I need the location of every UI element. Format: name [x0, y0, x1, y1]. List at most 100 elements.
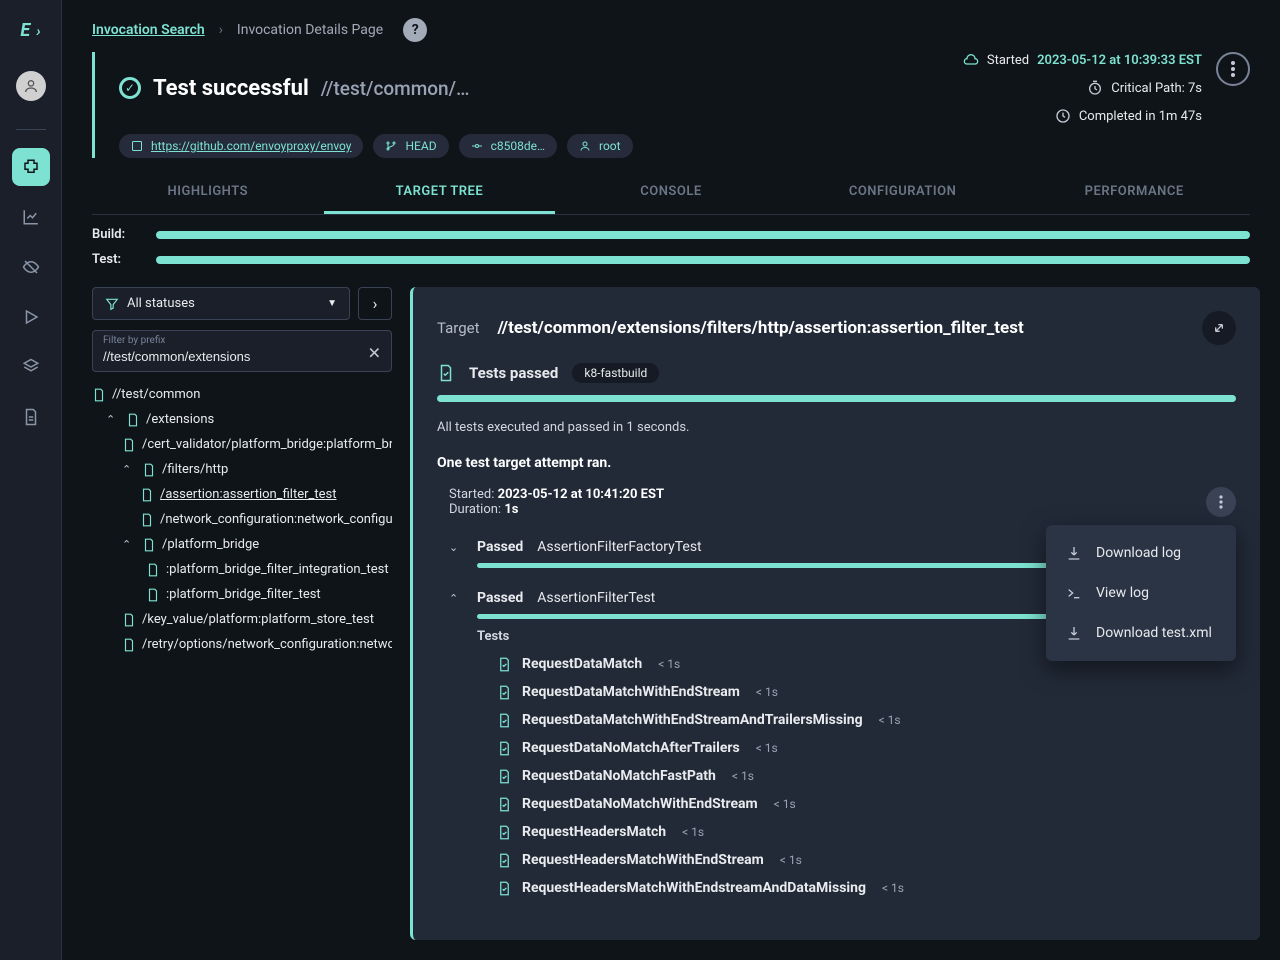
doc-icon — [22, 408, 40, 426]
attempt-count: One test target attempt ran. — [437, 455, 1236, 471]
attempt-more-button[interactable]: Download log View log Download test.xml — [1206, 487, 1236, 517]
test-row[interactable]: RequestDataNoMatchAfterTrailers< 1s — [473, 734, 1236, 762]
test-name: RequestDataMatchWithEndStream — [522, 684, 740, 700]
test-row[interactable]: RequestDataMatchWithEndStream< 1s — [473, 678, 1236, 706]
file-check-icon — [497, 685, 512, 700]
dots-vertical-icon — [1219, 495, 1223, 509]
tab-highlights[interactable]: HIGHLIGHTS — [92, 172, 324, 214]
build-label: Build: — [92, 227, 140, 242]
completed-time: Completed in 1m 47s — [1079, 109, 1202, 124]
started-label: Started — [987, 53, 1029, 68]
test-duration: < 1s — [732, 769, 754, 783]
breadcrumb-link[interactable]: Invocation Search — [92, 22, 205, 38]
chevron-right-icon: › — [219, 22, 223, 38]
expand-icon — [1211, 320, 1227, 336]
nav-plugins[interactable] — [12, 148, 50, 186]
menu-download-log[interactable]: Download log — [1046, 533, 1236, 573]
file-icon — [122, 638, 136, 652]
tree-node[interactable]: //test/common — [92, 382, 392, 407]
file-icon — [126, 413, 140, 427]
user-chip[interactable]: root — [567, 134, 633, 158]
test-row[interactable]: RequestDataMatchWithEndStreamAndTrailers… — [473, 706, 1236, 734]
test-row[interactable]: RequestDataNoMatchWithEndStream< 1s — [473, 790, 1236, 818]
title-path: //test/common/… — [321, 77, 470, 100]
tab-console[interactable]: CONSOLE — [555, 172, 787, 214]
expand-button[interactable] — [1202, 311, 1236, 345]
tree-node[interactable]: ⌃ /filters/http — [92, 457, 392, 482]
critical-path: Critical Path: 7s — [1111, 81, 1202, 96]
tab-configuration[interactable]: CONFIGURATION — [787, 172, 1019, 214]
download-icon — [1066, 545, 1082, 561]
repo-icon — [131, 140, 143, 152]
help-button[interactable]: ? — [403, 18, 427, 42]
logo[interactable]: E › — [20, 20, 40, 41]
file-check-icon — [497, 657, 512, 672]
layers-icon — [22, 358, 40, 376]
test-duration: < 1s — [774, 797, 796, 811]
summary-text: All tests executed and passed in 1 secon… — [437, 420, 1236, 435]
test-duration: < 1s — [756, 741, 778, 755]
test-duration: < 1s — [879, 713, 901, 727]
test-row[interactable]: RequestDataNoMatchFastPath< 1s — [473, 762, 1236, 790]
tree-node[interactable]: :platform_bridge_filter_integration_test — [92, 557, 392, 582]
file-icon — [146, 588, 160, 602]
test-row[interactable]: RequestHeadersMatchWithEndstreamAndDataM… — [473, 874, 1236, 902]
file-icon — [140, 513, 154, 527]
tree-node-selected[interactable]: /assertion:assertion_filter_test — [92, 482, 392, 507]
build-progress — [156, 231, 1250, 239]
tree-node[interactable]: /key_value/platform:platform_store_test — [92, 607, 392, 632]
nav-analytics[interactable] — [12, 198, 50, 236]
tab-target-tree[interactable]: TARGET TREE — [324, 172, 556, 214]
test-progress — [156, 256, 1250, 264]
attempt-menu: Download log View log Download test.xml — [1046, 525, 1236, 661]
status-filter[interactable]: All statuses ▼ — [92, 287, 350, 320]
tree-node[interactable]: /cert_validator/platform_bridge:platform… — [92, 432, 392, 457]
chevron-up-icon: ⌃ — [449, 592, 463, 605]
commit-icon — [471, 140, 483, 152]
test-name: RequestDataMatch — [522, 656, 642, 672]
file-icon — [122, 613, 136, 627]
prefix-filter-input[interactable] — [103, 349, 359, 364]
more-button[interactable] — [1216, 52, 1250, 86]
tree-node[interactable]: :platform_bridge_filter_test — [92, 582, 392, 607]
menu-download-xml[interactable]: Download test.xml — [1046, 613, 1236, 653]
file-check-icon — [497, 713, 512, 728]
tree-node[interactable]: ⌃ /extensions — [92, 407, 392, 432]
nav-runs[interactable] — [12, 298, 50, 336]
menu-view-log[interactable]: View log — [1046, 573, 1236, 613]
test-row[interactable]: RequestHeadersMatch< 1s — [473, 818, 1236, 846]
nav-docs[interactable] — [12, 398, 50, 436]
test-duration: < 1s — [658, 657, 680, 671]
branch-chip[interactable]: HEAD — [373, 134, 448, 158]
cloud-icon — [963, 52, 979, 68]
test-duration: < 1s — [882, 881, 904, 895]
attempt-duration-value: 1s — [504, 502, 518, 517]
attempt-started-value: 2023-05-12 at 10:41:20 EST — [498, 487, 664, 502]
target-path: //test/common/extensions/filters/http/as… — [497, 318, 1023, 338]
file-check-icon — [497, 741, 512, 756]
file-check-icon — [497, 825, 512, 840]
tree-node[interactable]: ⌃ /platform_bridge — [92, 532, 392, 557]
user-icon — [579, 140, 591, 152]
test-duration: < 1s — [682, 825, 704, 839]
tree-node[interactable]: /retry/options/network_configuration:net… — [92, 632, 392, 657]
avatar[interactable] — [16, 71, 46, 101]
nav-layers[interactable] — [12, 348, 50, 386]
tree-node[interactable]: /network_configuration:network_configura… — [92, 507, 392, 532]
tab-performance[interactable]: PERFORMANCE — [1018, 172, 1250, 214]
commit-chip[interactable]: c8508de… — [459, 134, 557, 158]
chevron-up-icon: ⌃ — [106, 413, 120, 426]
play-icon — [22, 308, 40, 326]
branch-icon — [385, 140, 397, 152]
chevron-right-icon: › — [373, 294, 378, 313]
collapse-tree-button[interactable]: › — [358, 287, 392, 320]
invocation-header: ✓ Test successful //test/common/… Starte… — [92, 52, 1250, 158]
prefix-filter[interactable]: Filter by prefix ✕ — [92, 330, 392, 372]
breadcrumb-current: Invocation Details Page — [237, 22, 383, 38]
dots-vertical-icon — [1231, 61, 1235, 77]
repo-chip[interactable]: https://github.com/envoyproxy/envoy — [119, 134, 363, 158]
clear-filter-button[interactable]: ✕ — [368, 343, 381, 362]
nav-visibility[interactable] — [12, 248, 50, 286]
test-row[interactable]: RequestHeadersMatchWithEndStream< 1s — [473, 846, 1236, 874]
test-name: RequestDataMatchWithEndStreamAndTrailers… — [522, 712, 863, 728]
